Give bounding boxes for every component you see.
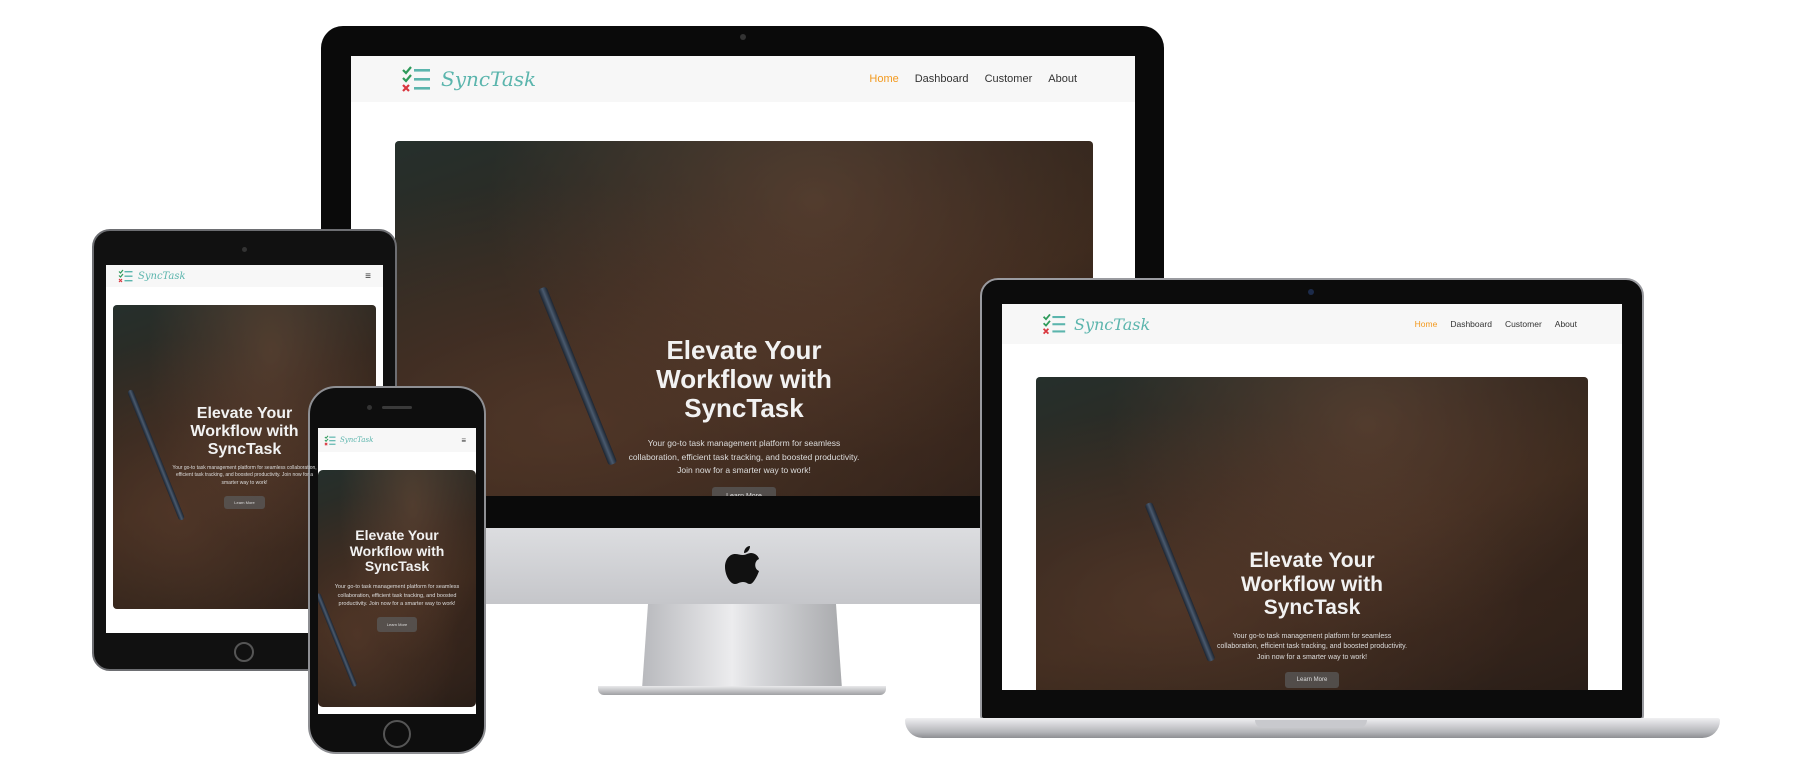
task-checklist-icon (118, 269, 133, 283)
nav-about[interactable]: About (1555, 319, 1577, 329)
brand-name: SyncTask (1074, 314, 1151, 334)
hamburger-menu-icon[interactable]: ≡ (365, 271, 371, 282)
nav-home[interactable]: Home (869, 73, 898, 85)
hero-title: Elevate Your Workflow with SyncTask (656, 335, 832, 424)
desktop-screen: SyncTask Home Dashboard Customer About E… (351, 56, 1135, 496)
task-checklist-icon (1042, 312, 1066, 336)
brand[interactable]: SyncTask (401, 65, 536, 93)
tablet-home-button[interactable] (234, 642, 254, 662)
nav-dashboard[interactable]: Dashboard (915, 73, 969, 85)
brand[interactable]: SyncTask (1042, 312, 1150, 336)
navbar: SyncTask Home Dashboard Customer About (351, 56, 1135, 102)
hero-banner: Elevate Your Workflow with SyncTask Your… (1036, 377, 1588, 690)
nav-menu: Home Dashboard Customer About (1402, 319, 1577, 329)
laptop-camera (1308, 289, 1314, 295)
hero-content: Elevate Your Workflow with SyncTask Your… (113, 405, 376, 509)
hero-cta-button[interactable]: Learn More (376, 616, 418, 632)
nav-home[interactable]: Home (1415, 319, 1438, 329)
nav-dashboard[interactable]: Dashboard (1450, 319, 1492, 329)
hero-cta-button[interactable]: Learn More (1284, 672, 1340, 689)
monitor-stand (642, 604, 842, 689)
hero-subtitle: Your go-to task management platform for … (628, 438, 860, 475)
hero-content: Elevate Your Workflow with SyncTask Your… (1036, 549, 1588, 689)
laptop-screen: SyncTask Home Dashboard Customer About E… (1002, 304, 1622, 690)
apple-logo-icon (725, 546, 759, 584)
hero-title: Elevate Your Workflow with SyncTask (1241, 549, 1383, 620)
nav-customer[interactable]: Customer (985, 73, 1033, 85)
website: SyncTask Home Dashboard Customer About E… (1002, 304, 1622, 690)
monitor-foot (598, 686, 886, 695)
brand-name: SyncTask (138, 270, 186, 282)
brand[interactable]: SyncTask (118, 269, 186, 283)
hero-subtitle: Your go-to task management platform for … (1217, 632, 1408, 662)
hero-cta-button[interactable]: Learn More (712, 486, 776, 496)
phone-home-button[interactable] (383, 720, 411, 748)
nav-customer[interactable]: Customer (1505, 319, 1542, 329)
hero-title: Elevate Your Workflow with SyncTask (190, 405, 299, 458)
laptop-notch (1255, 720, 1367, 728)
hero-content: Elevate Your Workflow with SyncTask Your… (395, 335, 1093, 496)
brand-name: SyncTask (441, 67, 537, 91)
nav-menu: Home Dashboard Customer About (853, 73, 1077, 85)
nav-about[interactable]: About (1048, 73, 1077, 85)
hero-subtitle: Your go-to task management platform for … (334, 584, 460, 608)
navbar: SyncTask Home Dashboard Customer About (1002, 304, 1622, 344)
task-checklist-icon (401, 65, 431, 93)
hero-content: Elevate Your Workflow with SyncTask Your… (318, 527, 476, 632)
monitor-camera (740, 34, 746, 40)
navbar: SyncTask ≡ (106, 265, 383, 287)
hero-cta-button[interactable]: Learn More (224, 495, 265, 509)
hero-subtitle: Your go-to task management platform for … (172, 464, 317, 487)
tablet-camera (242, 247, 247, 252)
website: SyncTask Home Dashboard Customer About E… (351, 56, 1135, 496)
hero-title: Elevate Your Workflow with SyncTask (349, 527, 445, 575)
